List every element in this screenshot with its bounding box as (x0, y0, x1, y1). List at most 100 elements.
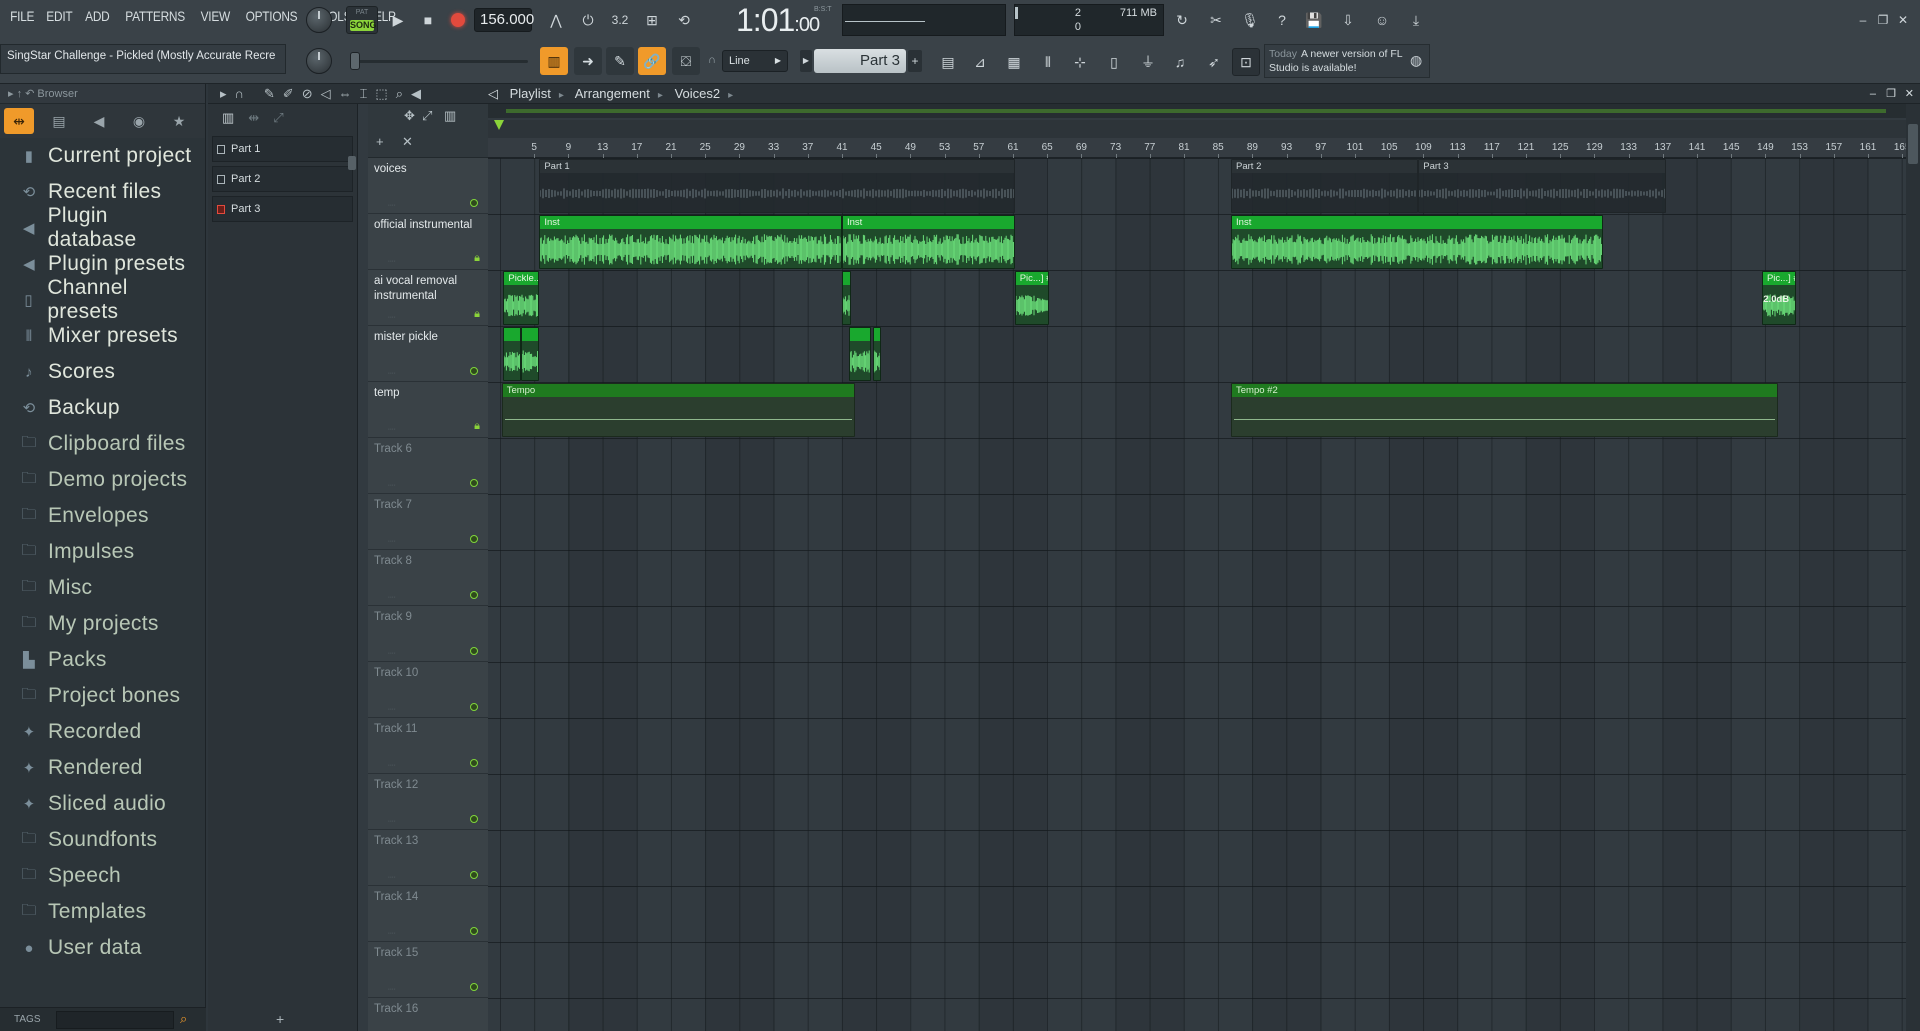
playhead-marker[interactable] (494, 120, 504, 130)
cut-tool-button[interactable]: ✂ (1202, 6, 1230, 34)
track-header[interactable]: official instrumental ∙∙∙∙ 🔒︎ (368, 214, 488, 270)
track-grip-icon[interactable]: ∙∙∙∙ (388, 426, 396, 433)
metronome-button[interactable]: ⋀ (542, 6, 570, 34)
timeline-ruler[interactable]: 5 9 13 17 21 25 29 33 37 41 45 49 53 57 61 65 69 73 77 81 85… (488, 120, 1911, 158)
audio-clip[interactable]: Inst (842, 215, 1015, 269)
track-header[interactable]: Track 15 ∙∙∙∙ (368, 942, 488, 998)
close-track-icon[interactable]: ✕ (402, 134, 413, 150)
playlist-tools-button[interactable]: ▤ (934, 48, 962, 76)
browser-item-channel-presets[interactable]: ▯ Channel presets (0, 276, 200, 323)
playlist-window-button[interactable]: ▥ (540, 47, 568, 75)
browser-item-recorded[interactable]: ✦ Recorded (0, 714, 200, 750)
undo-history-button[interactable]: ↻ (1168, 6, 1196, 34)
browser-item-demo-projects[interactable]: 🗀 Demo projects (0, 462, 200, 498)
track-mute-led[interactable] (470, 703, 478, 711)
add-pattern-button[interactable]: + (908, 50, 922, 72)
slice-tool-icon[interactable]: ⌶ (360, 84, 368, 104)
download-button[interactable]: ⤓ (1402, 6, 1430, 34)
project-browser-button[interactable]: ▯ (1100, 48, 1128, 76)
zoom-tool-icon[interactable]: ⌕ (396, 84, 403, 104)
browser-item-sliced-audio[interactable]: ✦ Sliced audio (0, 786, 200, 822)
pattern-clip[interactable]: Part 3 (1418, 159, 1667, 213)
browser-item-speech[interactable]: 🗀 Speech (0, 858, 200, 894)
save-button[interactable]: 💾 (1300, 6, 1328, 34)
track-mute-led[interactable] (470, 983, 478, 991)
browser-tab-plugins[interactable]: ◉ (124, 108, 154, 134)
track-mute-led[interactable] (470, 535, 478, 543)
track-grip-icon[interactable]: ∙∙∙∙ (388, 202, 396, 209)
pattern-item[interactable]: Part 2 (212, 166, 353, 192)
automation-clip[interactable]: Tempo (501, 383, 855, 437)
pattern-item[interactable]: Part 3 (212, 196, 353, 222)
browser-item-project-bones[interactable]: 🗀 Project bones (0, 678, 200, 714)
mute-tool-icon[interactable]: ◁ (321, 84, 331, 104)
track-header[interactable]: temp ∙∙∙∙ 🔒︎ (368, 382, 488, 438)
snap-selector[interactable]: Line ▶ (722, 50, 788, 72)
track-mute-led[interactable] (470, 367, 478, 375)
zoom-slider-handle[interactable] (350, 52, 360, 70)
slip-tool-icon[interactable]: ⇔ (339, 84, 352, 104)
browser-item-plugin-database[interactable]: ◀ Plugin database (0, 204, 200, 251)
pattern-list-scrollbar[interactable] (348, 156, 356, 170)
pattern-icon[interactable]: ▥ (444, 108, 456, 124)
channel-rack-button[interactable]: ▦ (1000, 48, 1028, 76)
browser-tab-all[interactable]: ⇹ (4, 108, 34, 134)
browser-item-soundfonts[interactable]: 🗀 Soundfonts (0, 822, 200, 858)
menu-options[interactable]: OPTIONS (242, 8, 301, 24)
browser-item-envelopes[interactable]: 🗀 Envelopes (0, 498, 200, 534)
draw-tool-icon[interactable]: ✎ (264, 84, 275, 104)
browser-item-backup[interactable]: ⟲ Backup (0, 390, 200, 426)
track-grip-icon[interactable]: ∙∙∙∙ (388, 370, 396, 377)
track-mute-led[interactable] (470, 815, 478, 823)
lock-icon[interactable]: 🔒︎ (474, 420, 480, 433)
playlist-restore-button[interactable]: ❐ (1886, 84, 1896, 104)
help-button[interactable]: ? (1268, 6, 1296, 34)
track-header[interactable]: Track 9 ∙∙∙∙ (368, 606, 488, 662)
mic-button[interactable]: 🎙 (1236, 6, 1264, 34)
link-button[interactable]: 🔗 (638, 47, 666, 75)
track-mute-led[interactable] (470, 759, 478, 767)
track-header[interactable]: Track 8 ∙∙∙∙ (368, 550, 488, 606)
tempo-tapper-button[interactable]: ♫ (1166, 48, 1194, 76)
track-header[interactable]: Track 14 ∙∙∙∙ (368, 886, 488, 942)
tempo-display[interactable]: 156.000 (474, 8, 534, 32)
stretch-icon[interactable]: ⤢ (422, 108, 432, 124)
browser-item-current-project[interactable]: ▮ Current project (0, 138, 200, 174)
audio-clip[interactable]: Pickle..ic] #2 (503, 271, 540, 325)
browser-item-packs[interactable]: ▙ Packs (0, 642, 200, 678)
scroll-thumb[interactable] (1908, 124, 1918, 164)
pattern-prev-button[interactable]: ▶ (800, 50, 812, 72)
playlist-grid[interactable]: Part 1 Part 2 Part 3 Inst Inst Inst Pickle..ic… (488, 158, 1906, 1031)
pattern-selector[interactable]: Part 3 (814, 49, 906, 73)
restore-button[interactable]: ❐ (1874, 12, 1892, 28)
track-grip-icon[interactable]: ∙∙∙∙ (388, 986, 396, 993)
audio-clip[interactable] (503, 327, 521, 381)
track-grip-icon[interactable]: ∙∙∙∙ (388, 482, 396, 489)
browser-item-scores[interactable]: ♪ Scores (0, 354, 200, 390)
stop-button[interactable]: ■ (414, 6, 442, 34)
browser-item-impulses[interactable]: 🗀 Impulses (0, 534, 200, 570)
breadcrumb-arrangement[interactable]: Arrangement (575, 86, 650, 101)
track-header[interactable]: mister pickle ∙∙∙∙ (368, 326, 488, 382)
close-button[interactable]: ✕ (1894, 12, 1912, 28)
browser-item-templates[interactable]: 🗀 Templates (0, 894, 200, 930)
song-overview-scrollbar[interactable] (488, 104, 1906, 118)
track-header[interactable]: Track 12 ∙∙∙∙ (368, 774, 488, 830)
track-grip-icon[interactable]: ∙∙∙∙ (388, 314, 396, 321)
pattern-picker-icon[interactable]: ▥ (222, 110, 234, 126)
menu-add[interactable]: ADD (82, 8, 113, 24)
tags-search-input[interactable] (56, 1011, 174, 1029)
record-button[interactable] (444, 6, 472, 34)
lock-icon[interactable]: 🔒︎ (474, 308, 480, 321)
mixer-button[interactable]: ⫴ (1034, 48, 1062, 76)
delete-tool-icon[interactable]: ⊘ (302, 84, 313, 104)
playlist-vertical-scrollbar[interactable] (1906, 104, 1920, 1031)
chat-button[interactable]: ☺ (1368, 6, 1396, 34)
menu-view[interactable]: VIEW (197, 8, 233, 24)
magnet-snap-icon[interactable]: ∩ (235, 84, 244, 104)
track-header[interactable]: Track 11 ∙∙∙∙ (368, 718, 488, 774)
browser-item-mixer-presets[interactable]: ⫴ Mixer presets (0, 318, 200, 354)
pencil-tool-button[interactable]: ✎ (606, 47, 634, 75)
step-edit-button[interactable]: ⊞ (638, 6, 666, 34)
audio-picker-icon[interactable]: ⇹ (248, 110, 259, 126)
